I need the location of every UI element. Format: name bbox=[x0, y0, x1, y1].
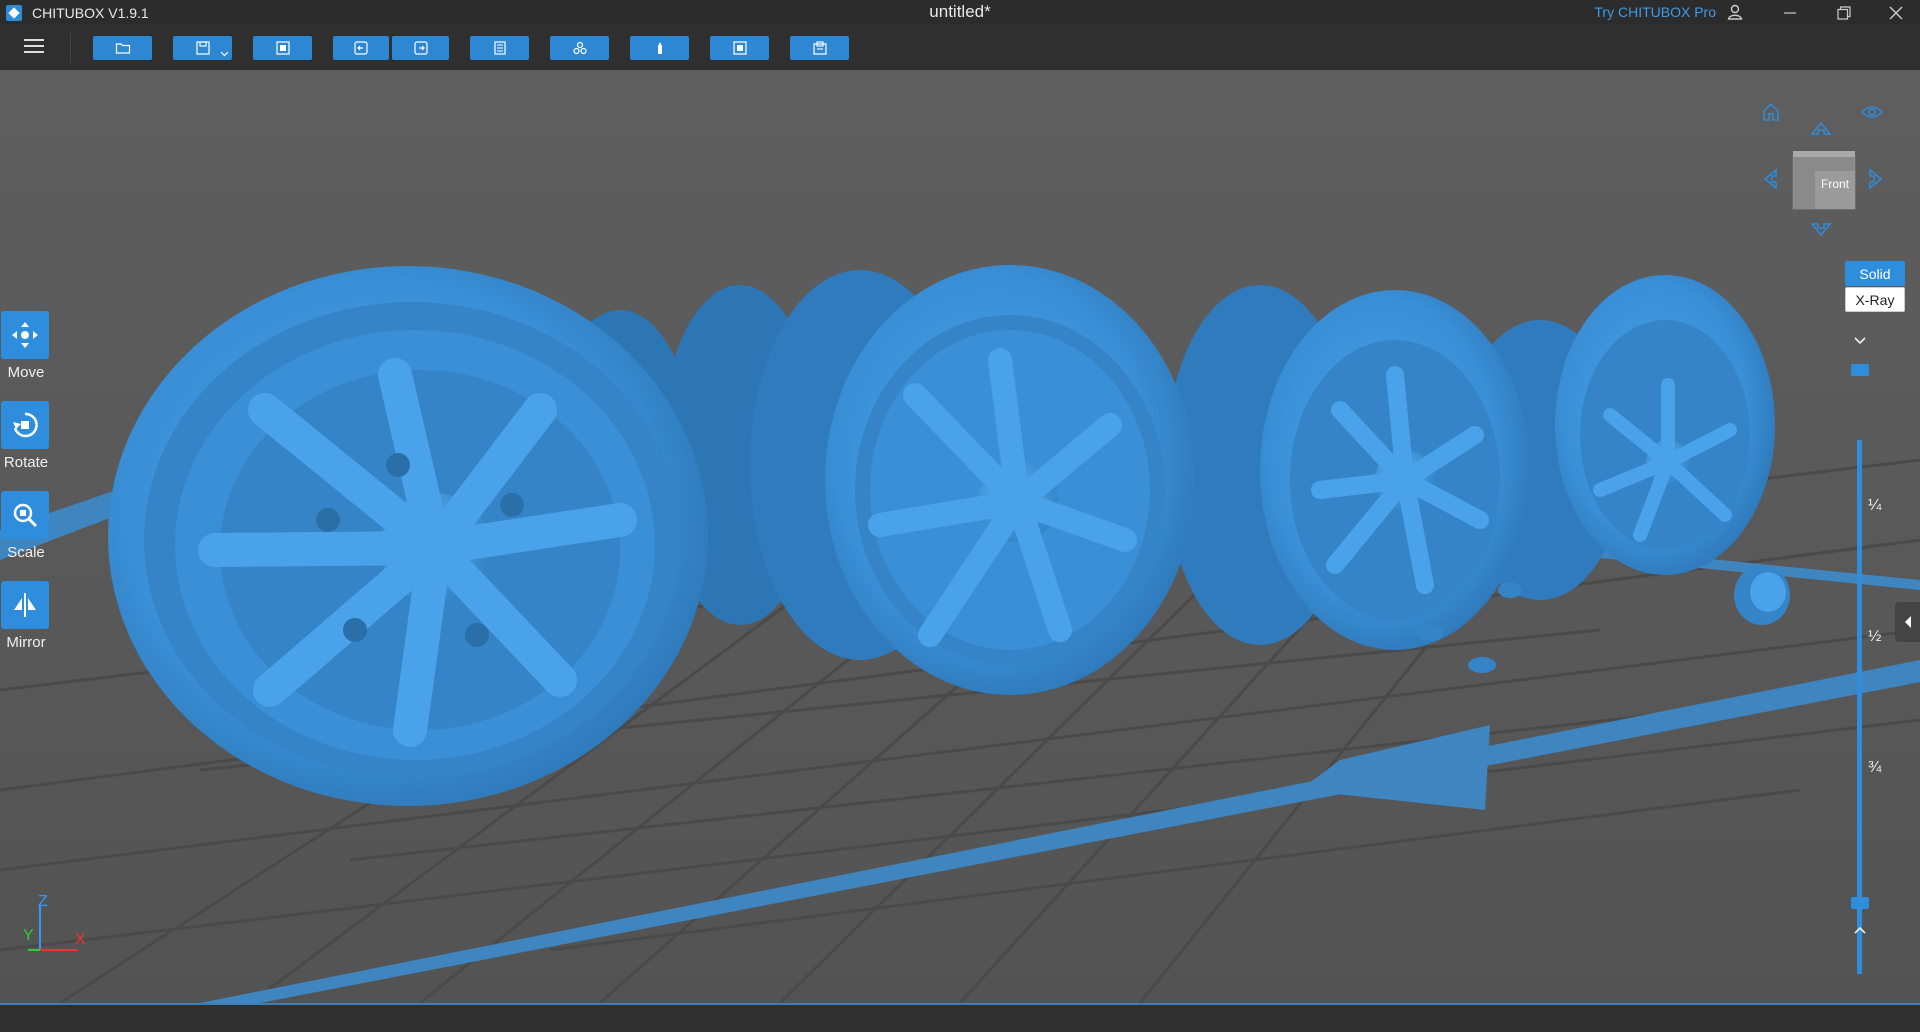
move-label: Move bbox=[7, 364, 45, 381]
settings-icon bbox=[493, 41, 506, 55]
title-bar: CHITUBOX V1.9.1 untitled* Try CHITUBOX P… bbox=[0, 0, 1920, 25]
undo-button[interactable] bbox=[333, 36, 389, 60]
home-view-icon[interactable] bbox=[1762, 102, 1780, 122]
view-cube-front-label: Front bbox=[1821, 177, 1850, 191]
slice-button[interactable] bbox=[710, 36, 769, 60]
layer-slider-bottom-handle[interactable] bbox=[1851, 897, 1869, 909]
z-axis-label: Z bbox=[38, 893, 48, 910]
try-pro-link[interactable]: Try CHITUBOX Pro bbox=[1594, 4, 1716, 20]
support-icon bbox=[572, 41, 587, 55]
x-axis-label: X bbox=[75, 931, 86, 948]
minimize-button[interactable] bbox=[1766, 0, 1814, 25]
side-panel-toggle[interactable] bbox=[1895, 602, 1920, 642]
layer-slider-top-handle[interactable] bbox=[1851, 364, 1869, 376]
restore-icon bbox=[1837, 5, 1851, 20]
open-file-button[interactable] bbox=[93, 36, 152, 60]
view-cube[interactable]: Front bbox=[1792, 151, 1856, 210]
scale-label: Scale bbox=[7, 544, 45, 561]
close-button[interactable] bbox=[1872, 0, 1920, 25]
move-icon[interactable] bbox=[1, 311, 49, 359]
visibility-eye-icon[interactable] bbox=[1861, 104, 1883, 120]
solid-mode-button[interactable]: Solid bbox=[1845, 261, 1905, 286]
layer-slider-track[interactable] bbox=[1857, 440, 1862, 974]
mirror-icon[interactable] bbox=[1, 581, 49, 629]
move-tool[interactable]: Move bbox=[0, 311, 52, 381]
hollow-icon bbox=[657, 42, 662, 54]
hollow-button[interactable] bbox=[630, 36, 689, 60]
wheel-model bbox=[108, 266, 708, 806]
scale-tool[interactable]: Scale bbox=[0, 491, 52, 561]
layout-icon bbox=[275, 41, 290, 55]
restore-button[interactable] bbox=[1820, 0, 1868, 25]
supports-button[interactable] bbox=[550, 36, 609, 60]
menu-button[interactable] bbox=[18, 35, 50, 61]
toolbar-divider bbox=[70, 33, 71, 63]
auto-layout-button[interactable] bbox=[253, 36, 312, 60]
mirror-tool[interactable]: Mirror bbox=[0, 581, 52, 651]
undo-icon bbox=[354, 41, 368, 55]
main-toolbar bbox=[0, 25, 1920, 71]
rotate-tool[interactable]: Rotate bbox=[0, 401, 52, 471]
slider-mark-three-quarter: ¾ bbox=[1868, 759, 1882, 776]
xray-mode-button[interactable]: X-Ray bbox=[1845, 287, 1905, 312]
3d-viewport[interactable]: Z Y X Move Rotate Scale Mirror Front Sol… bbox=[0, 70, 1920, 1003]
chevron-up-icon[interactable] bbox=[1853, 925, 1867, 935]
save-button[interactable] bbox=[173, 36, 232, 60]
slice-icon bbox=[732, 41, 747, 55]
print-button[interactable] bbox=[790, 36, 849, 60]
app-name: CHITUBOX V1.9.1 bbox=[32, 4, 149, 21]
status-bar bbox=[0, 1003, 1920, 1032]
rotate-view-down-icon[interactable] bbox=[1810, 222, 1832, 238]
minimize-icon bbox=[1784, 11, 1796, 14]
scene-render bbox=[0, 265, 1920, 1003]
slider-mark-half: ½ bbox=[1868, 628, 1882, 645]
y-axis-label: Y bbox=[23, 927, 34, 944]
rotate-label: Rotate bbox=[3, 454, 49, 471]
rotate-view-right-icon[interactable] bbox=[1868, 168, 1884, 190]
save-icon bbox=[195, 41, 210, 55]
user-icon[interactable] bbox=[1726, 3, 1744, 21]
wheel-model bbox=[1165, 285, 1530, 673]
close-icon bbox=[1889, 6, 1903, 19]
rotate-view-up-icon[interactable] bbox=[1810, 120, 1832, 136]
chitubox-logo-icon bbox=[6, 4, 22, 21]
mirror-label: Mirror bbox=[6, 634, 46, 651]
redo-button[interactable] bbox=[392, 36, 449, 60]
settings-button[interactable] bbox=[470, 36, 529, 60]
chevron-down-icon[interactable] bbox=[1853, 336, 1867, 346]
folder-icon bbox=[115, 43, 130, 54]
chevron-left-icon bbox=[1904, 616, 1911, 628]
print-icon bbox=[812, 41, 827, 55]
chevron-down-icon[interactable] bbox=[220, 49, 229, 58]
rotate-icon[interactable] bbox=[1, 401, 49, 449]
slider-mark-quarter: ¼ bbox=[1868, 497, 1882, 514]
scale-icon[interactable] bbox=[1, 491, 49, 539]
rotate-view-left-icon[interactable] bbox=[1762, 168, 1778, 190]
wheel-model bbox=[660, 265, 1195, 695]
redo-icon bbox=[413, 41, 428, 55]
